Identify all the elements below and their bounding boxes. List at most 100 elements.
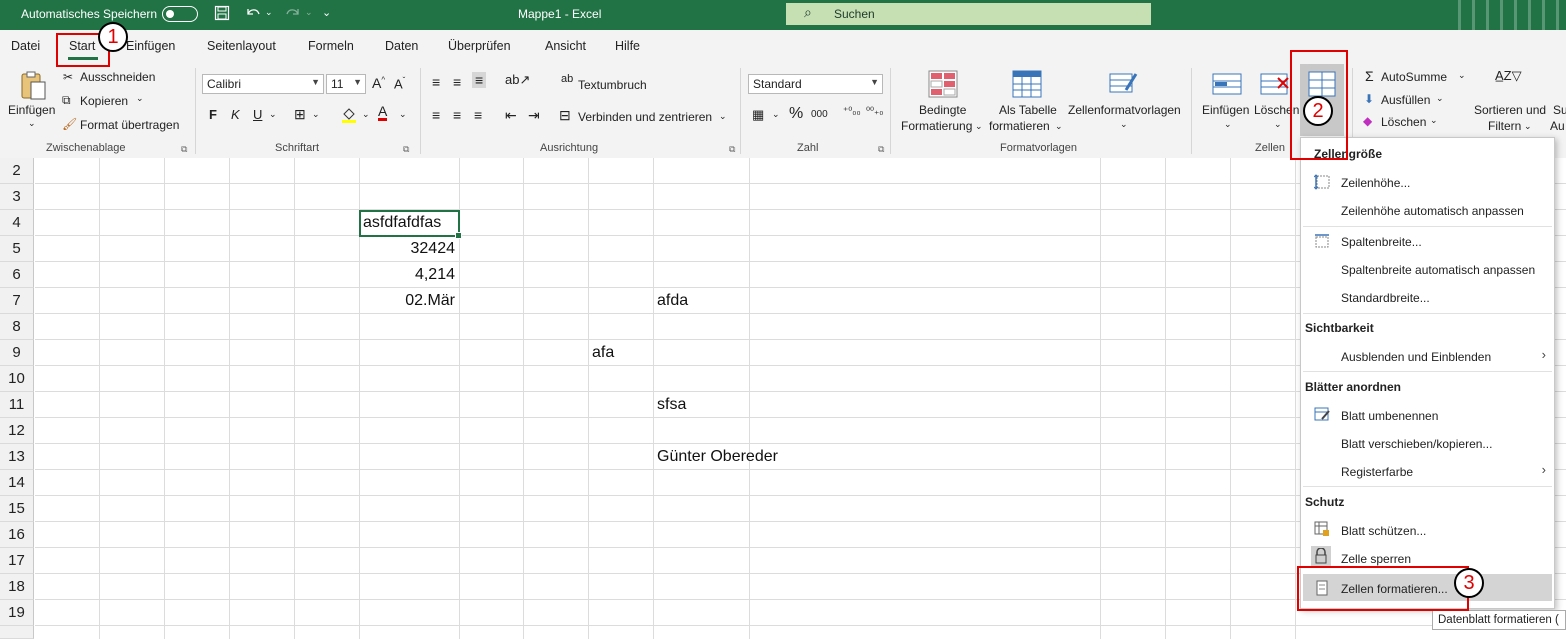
number-format-select[interactable]: Standard ▼ [748, 74, 883, 94]
fill-color-icon[interactable] [340, 106, 358, 127]
row-header[interactable]: 12 [0, 418, 34, 444]
insert-cells-button[interactable]: Einfügen [1202, 103, 1249, 117]
row-header[interactable]: 8 [0, 314, 34, 340]
fill-button[interactable]: Ausfüllen [1381, 93, 1430, 107]
cell-styles-icon[interactable] [1108, 70, 1138, 98]
cut-icon[interactable]: ✂ [63, 70, 73, 84]
tab-seitenlayout[interactable]: Seitenlayout [207, 39, 276, 53]
delete-dropdown-icon[interactable]: ⌄ [1274, 119, 1282, 130]
increase-decimal-icon[interactable]: ⁺⁰₀₀ [843, 106, 861, 117]
format-painter-button[interactable]: Format übertragen [80, 118, 179, 132]
row-header[interactable]: 13 [0, 444, 34, 470]
insert-cells-icon[interactable] [1212, 70, 1242, 98]
copy-dropdown-icon[interactable]: ⌄ [136, 93, 144, 104]
conditional-dropdown-icon[interactable]: ⌄ [975, 121, 983, 132]
paste-button[interactable]: Einfügen [8, 103, 55, 117]
copy-icon[interactable]: ⧉ [62, 93, 71, 108]
align-left-icon[interactable]: ≡ [432, 107, 440, 123]
redo-icon[interactable] [284, 5, 302, 25]
cellstyles-dropdown-icon[interactable]: ⌄ [1120, 119, 1128, 130]
alignment-launcher-icon[interactable]: ⧉ [729, 144, 735, 155]
clipboard-launcher-icon[interactable]: ⧉ [181, 144, 187, 155]
menu-item-row-height[interactable]: Zeilenhöhe... [1341, 176, 1410, 190]
orientation-icon[interactable]: ab↗ [505, 72, 530, 88]
tab-formeln[interactable]: Formeln [308, 39, 354, 53]
copy-button[interactable]: Kopieren [80, 94, 128, 108]
autosum-icon[interactable]: Σ [1365, 68, 1374, 84]
tab-ueberpruefen[interactable]: Überprüfen [448, 39, 511, 53]
find-select-label2[interactable]: Au [1550, 119, 1565, 133]
accounting-format-icon[interactable]: ▦ [752, 107, 764, 123]
paste-icon[interactable] [18, 70, 48, 100]
menu-item-default-width[interactable]: Standardbreite... [1341, 291, 1430, 305]
undo-icon[interactable] [244, 5, 262, 25]
find-select-label1[interactable]: Su [1553, 103, 1566, 117]
menu-item-row-autofit[interactable]: Zeilenhöhe automatisch anpassen [1341, 204, 1524, 218]
cell-i13[interactable]: Günter Obereder [657, 448, 778, 466]
row-header[interactable]: 5 [0, 236, 34, 262]
font-grow-icon[interactable]: A^ [372, 75, 385, 91]
font-shrink-icon[interactable]: Aˇ [394, 76, 405, 91]
menu-item-column-width[interactable]: Spaltenbreite... [1341, 235, 1422, 249]
row-header[interactable]: 6 [0, 262, 34, 288]
tab-ansicht[interactable]: Ansicht [545, 39, 586, 53]
cell-d5[interactable]: 32424 [363, 240, 456, 258]
bold-button[interactable]: F [209, 107, 217, 122]
font-color-dropdown-icon[interactable]: ⌄ [399, 109, 407, 120]
autosave-toggle[interactable] [162, 6, 198, 22]
conditional-formatting-icon[interactable] [928, 70, 958, 98]
table-dropdown-icon[interactable]: ⌄ [1055, 121, 1063, 132]
thousands-button[interactable]: 000 [811, 109, 828, 120]
fill-dropdown-icon[interactable]: ⌄ [1436, 93, 1444, 104]
format-as-table-icon[interactable] [1012, 70, 1042, 98]
decrease-decimal-icon[interactable]: ⁰⁰₊₀ [866, 106, 883, 117]
row-header[interactable]: 3 [0, 184, 34, 210]
row-header[interactable]: 4 [0, 210, 34, 236]
row-header[interactable]: 10 [0, 366, 34, 392]
cell-h9[interactable]: afa [592, 344, 614, 362]
row-header[interactable]: 9 [0, 340, 34, 366]
fill-color-dropdown-icon[interactable]: ⌄ [362, 109, 370, 120]
search-box[interactable]: ⌕ Suchen [786, 3, 1151, 25]
menu-item-rename-sheet[interactable]: Blatt umbenennen [1341, 409, 1438, 423]
menu-item-hide-show[interactable]: Ausblenden und Einblenden [1341, 350, 1491, 364]
conditional-formatting-label1[interactable]: Bedingte [919, 103, 966, 117]
clear-dropdown-icon[interactable]: ⌄ [1430, 115, 1438, 126]
paste-dropdown-icon[interactable]: ⌄ [28, 118, 36, 129]
save-icon[interactable] [214, 5, 230, 25]
underline-button[interactable]: U [253, 107, 262, 122]
increase-indent-icon[interactable]: ⇥ [528, 107, 540, 124]
menu-item-tab-color[interactable]: Registerfarbe [1341, 465, 1413, 479]
cell-styles-button[interactable]: Zellenformatvorlagen [1068, 103, 1181, 117]
underline-dropdown-icon[interactable]: ⌄ [269, 109, 277, 120]
row-header-partial[interactable] [0, 626, 34, 639]
row-header[interactable]: 15 [0, 496, 34, 522]
tab-einfuegen[interactable]: Einfügen [126, 39, 175, 53]
delete-cells-icon[interactable] [1260, 70, 1290, 98]
format-painter-icon[interactable]: 🖌 [62, 117, 77, 131]
tab-hilfe[interactable]: Hilfe [615, 39, 640, 53]
format-as-table-label2[interactable]: formatieren [989, 119, 1050, 133]
sort-dropdown-icon[interactable]: ⌄ [1524, 121, 1532, 132]
menu-item-protect-sheet[interactable]: Blatt schützen... [1341, 524, 1426, 538]
row-header[interactable]: 16 [0, 522, 34, 548]
cell-i11[interactable]: sfsa [657, 396, 686, 414]
decrease-indent-icon[interactable]: ⇤ [505, 107, 517, 124]
border-icon[interactable]: ⊞ [294, 106, 306, 123]
wrap-text-button[interactable]: Textumbruch [578, 78, 647, 92]
sort-filter-label2[interactable]: Filtern [1488, 119, 1521, 133]
font-size-select[interactable]: 11 ▼ [326, 74, 366, 94]
merge-center-button[interactable]: Verbinden und zentrieren [578, 110, 712, 124]
cell-i7[interactable]: afda [657, 292, 688, 310]
merge-center-icon[interactable]: ⊟ [559, 107, 571, 124]
menu-item-move-copy-sheet[interactable]: Blatt verschieben/kopieren... [1341, 437, 1492, 451]
eraser-icon[interactable]: ◆ [1363, 114, 1372, 128]
align-right-icon[interactable]: ≡ [474, 107, 482, 123]
row-header[interactable]: 17 [0, 548, 34, 574]
fill-icon[interactable]: ⬇ [1364, 92, 1374, 106]
font-launcher-icon[interactable]: ⧉ [403, 144, 409, 155]
align-bottom-icon[interactable]: ≡ [472, 72, 487, 88]
menu-item-lock-cell[interactable]: Zelle sperren [1341, 552, 1411, 566]
font-color-icon[interactable]: A [378, 104, 388, 121]
clear-button[interactable]: Löschen [1381, 115, 1426, 129]
